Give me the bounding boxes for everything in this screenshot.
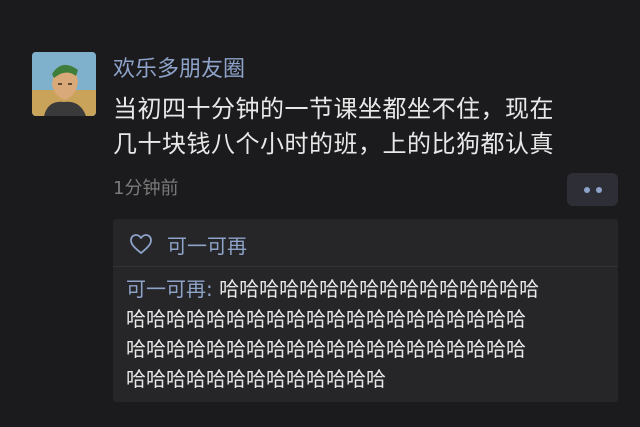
comment-author-name[interactable]: 可一可再 xyxy=(126,277,206,301)
comment-text: 哈哈哈哈哈哈哈哈哈哈哈哈哈哈哈哈 xyxy=(219,277,540,301)
divider xyxy=(113,266,618,267)
dot-icon xyxy=(595,186,602,193)
avatar[interactable] xyxy=(32,52,96,116)
likes-row: 可一可再 xyxy=(129,229,247,259)
heart-outline-icon xyxy=(130,234,152,254)
comment-item[interactable]: 可一可再: 哈哈哈哈哈哈哈哈哈哈哈哈哈哈哈哈 哈哈哈哈哈哈哈哈哈哈哈哈哈哈哈哈哈… xyxy=(126,274,616,394)
post-content: 当初四十分钟的一节课坐都坐不住，现在 几十块钱八个小时的班，上的比狗都认真 xyxy=(113,92,623,162)
comment-text: 哈哈哈哈哈哈哈哈哈哈哈哈哈哈哈哈哈哈哈哈 xyxy=(126,337,526,361)
comment-text: 哈哈哈哈哈哈哈哈哈哈哈哈哈哈哈哈哈哈哈哈 xyxy=(126,307,526,331)
post-author-name[interactable]: 欢乐多朋友圈 xyxy=(113,55,245,85)
more-actions-button[interactable] xyxy=(567,173,618,206)
liker-name[interactable]: 可一可再 xyxy=(167,230,247,259)
post-content-line: 几十块钱八个小时的班，上的比狗都认真 xyxy=(113,130,554,158)
comment-separator: : xyxy=(206,277,220,301)
comment-text: 哈哈哈哈哈哈哈哈哈哈哈哈哈 xyxy=(126,367,386,391)
dot-icon xyxy=(583,186,590,193)
interaction-panel: 可一可再 可一可再: 哈哈哈哈哈哈哈哈哈哈哈哈哈哈哈哈 哈哈哈哈哈哈哈哈哈哈哈哈… xyxy=(113,219,618,402)
post-content-line: 当初四十分钟的一节课坐都坐不住，现在 xyxy=(113,95,554,123)
avatar-illustration xyxy=(32,52,96,116)
post-timestamp: 1分钟前 xyxy=(113,178,179,199)
comment-first-line: 可一可再: 哈哈哈哈哈哈哈哈哈哈哈哈哈哈哈哈 xyxy=(126,274,616,304)
moments-post: 欢乐多朋友圈 当初四十分钟的一节课坐都坐不住，现在 几十块钱八个小时的班，上的比… xyxy=(0,0,640,427)
